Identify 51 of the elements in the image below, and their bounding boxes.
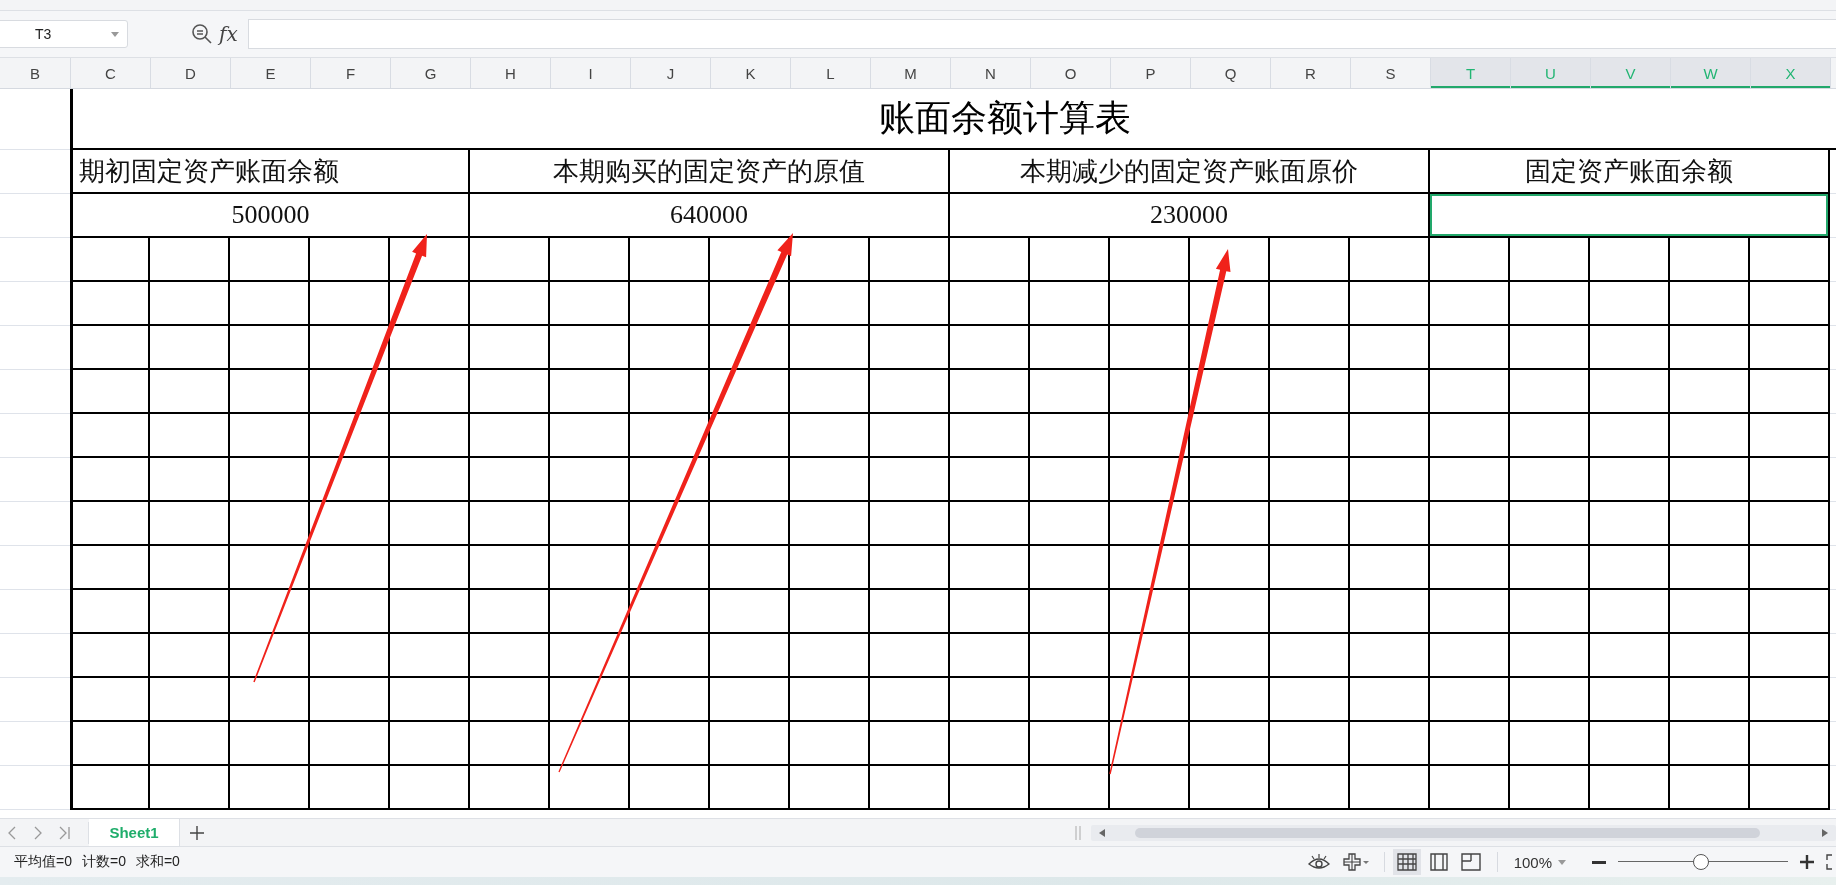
zoom-level[interactable]: 100% [1513, 853, 1552, 871]
column-header[interactable]: J [630, 58, 710, 88]
zoom-icon[interactable] [191, 23, 213, 45]
column-header[interactable]: B [0, 58, 70, 88]
value-cell[interactable]: 230000 [950, 194, 1430, 238]
header-cell[interactable]: 本期购买的固定资产的原值 [470, 150, 950, 194]
column-header[interactable]: K [710, 58, 790, 88]
scroll-right-icon[interactable] [1822, 828, 1828, 837]
value-cell[interactable]: 640000 [470, 194, 950, 238]
zoom-slider[interactable] [1618, 854, 1788, 870]
column-header[interactable]: D [150, 58, 230, 88]
column-header[interactable]: H [470, 58, 550, 88]
column-header[interactable]: Q [1190, 58, 1270, 88]
column-header[interactable]: M [870, 58, 950, 88]
table-grid[interactable] [70, 238, 1830, 810]
next-sheet-icon[interactable] [33, 824, 43, 841]
first-sheet-icon[interactable] [7, 824, 17, 841]
column-header[interactable]: N [950, 58, 1030, 88]
last-sheet-icon[interactable] [59, 824, 71, 841]
status-stat: 平均值=0 [14, 853, 72, 871]
caret-icon [111, 31, 119, 37]
fx-label[interactable]: fx [219, 22, 238, 46]
zoom-in-icon[interactable] [1800, 855, 1814, 869]
caret-icon[interactable] [1558, 859, 1566, 865]
value-cell[interactable]: 500000 [70, 194, 470, 238]
status-stat: 求和=0 [135, 853, 180, 871]
column-header[interactable]: E [230, 58, 310, 88]
crosshair-icon[interactable] [1341, 853, 1370, 871]
horizontal-scrollbar[interactable] [1091, 824, 1836, 841]
value-cell[interactable] [1430, 194, 1830, 238]
column-header[interactable]: R [1270, 58, 1350, 88]
header-cell[interactable]: 固定资产账面余额 [1430, 150, 1830, 194]
header-cell[interactable]: 期初固定资产账面余额 [70, 150, 470, 194]
sheet-title: 账面余额计算表 [70, 89, 1836, 150]
formula-input[interactable] [247, 19, 1836, 49]
scroll-left-icon[interactable] [1099, 828, 1105, 837]
column-header[interactable]: G [390, 58, 470, 88]
column-header[interactable]: P [1110, 58, 1190, 88]
column-header[interactable]: I [550, 58, 630, 88]
header-cell[interactable]: 本期减少的固定资产账面原价 [950, 150, 1430, 194]
column-header[interactable]: F [310, 58, 390, 88]
column-header[interactable]: L [790, 58, 870, 88]
column-header[interactable]: O [1030, 58, 1110, 88]
view-mode-button[interactable] [1392, 849, 1421, 875]
eye-icon[interactable] [1307, 853, 1330, 871]
name-box[interactable]: T3 [0, 20, 128, 48]
zoom-out-icon[interactable] [1592, 860, 1606, 864]
add-sheet-icon[interactable] [189, 824, 205, 841]
split-handle-icon[interactable] [1075, 825, 1081, 840]
column-header[interactable]: C [70, 58, 150, 88]
status-stat: 计数=0 [81, 853, 126, 871]
